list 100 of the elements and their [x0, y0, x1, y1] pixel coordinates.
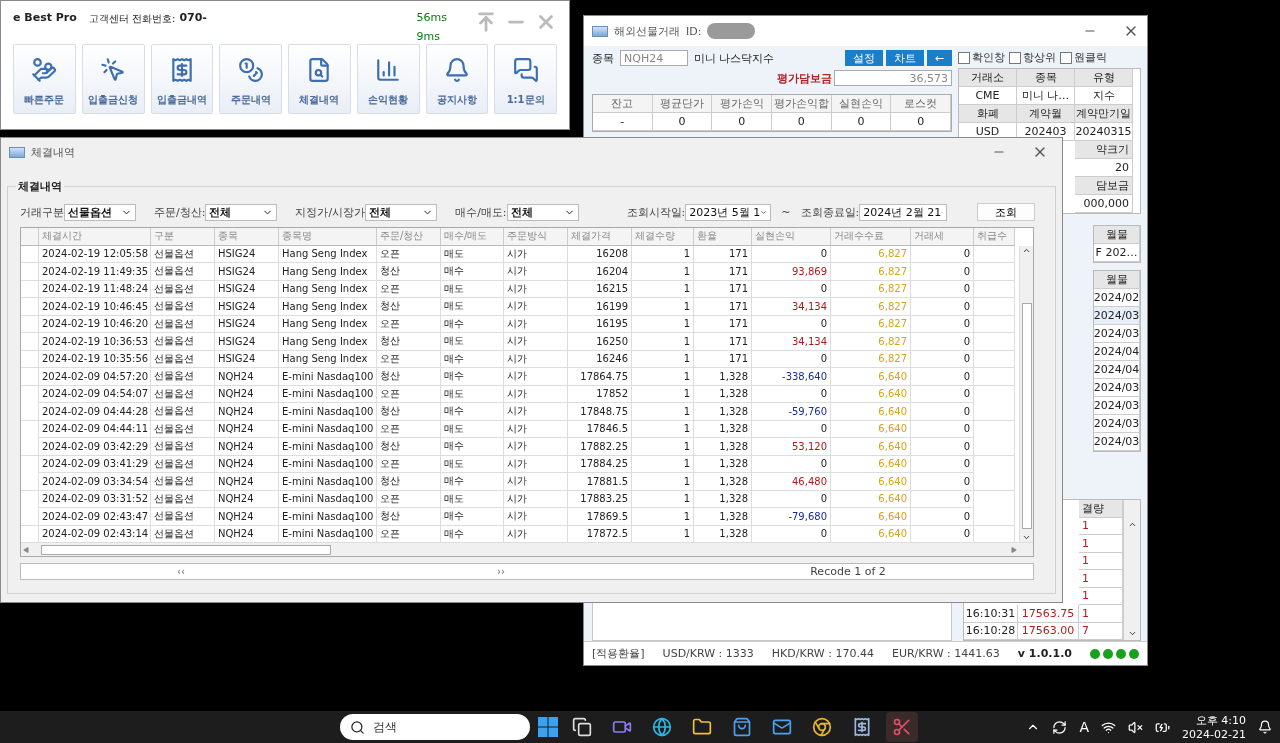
filter-dropdown[interactable]: 전체: [365, 203, 438, 221]
list-item[interactable]: 2024/03: [1094, 397, 1140, 415]
menu-tile-button[interactable]: 빠른주문: [13, 44, 76, 114]
previous-page-button[interactable]: ‹‹: [175, 566, 187, 577]
app-icon: [9, 146, 25, 158]
menu-tile-button[interactable]: 체결내역: [288, 44, 351, 114]
column-header[interactable]: 종목명: [279, 228, 377, 246]
next-page-button[interactable]: ››: [495, 566, 507, 577]
horizontal-scrollbar[interactable]: [21, 542, 1033, 556]
mail-icon: [772, 717, 792, 737]
table-cell: 시가: [504, 403, 568, 421]
table-cell: 매수: [441, 473, 504, 491]
table-cell: NQH24: [215, 508, 279, 526]
table-cell: 6,827: [831, 333, 911, 351]
table-cell: 시가: [504, 333, 568, 351]
toolbar-button[interactable]: ←: [926, 50, 952, 66]
list-item[interactable]: 2024/03: [1094, 325, 1140, 343]
vertical-scrollbar[interactable]: [1019, 245, 1033, 542]
list-item[interactable]: 2024/04: [1094, 343, 1140, 361]
list-item[interactable]: 2024/03: [1094, 307, 1140, 325]
list-item[interactable]: 2024/02: [1094, 289, 1140, 307]
table-cell: 6,640: [831, 420, 911, 438]
table-cell: NQH24: [215, 403, 279, 421]
filter-label: 매수/매도:: [455, 204, 507, 220]
column-header[interactable]: 체결시간: [39, 228, 151, 246]
table-cell: 0: [831, 113, 892, 131]
menu-tile-button[interactable]: 입출금내역: [150, 44, 214, 114]
search-field[interactable]: 검색: [340, 714, 530, 740]
column-header[interactable]: 실현손익: [752, 228, 831, 246]
filter-dropdown[interactable]: 선물옵션: [64, 203, 136, 221]
table-cell: NQH24: [215, 420, 279, 438]
list-item[interactable]: 2024/03: [1094, 379, 1140, 397]
table-cell: 17864.75: [568, 368, 632, 386]
column-header[interactable]: 체결가격: [568, 228, 632, 246]
input-indicator[interactable]: A: [1079, 719, 1090, 735]
scroll-up-icon[interactable]: [1127, 520, 1137, 529]
scissors-icon: [892, 717, 912, 737]
toolbar-button[interactable]: 차트: [885, 50, 924, 66]
table-cell: 선물옵션: [151, 403, 215, 421]
toolbar-button[interactable]: 설정: [844, 50, 883, 66]
sync-icon[interactable]: [1052, 719, 1068, 735]
exchange-rate: HKD/KRW : 170.44: [771, 647, 874, 660]
checkbox[interactable]: 확인창: [958, 50, 1005, 65]
column-header[interactable]: 주문/청산: [377, 228, 441, 246]
notification-icon[interactable]: [1258, 720, 1272, 734]
symbol-field[interactable]: NQH24: [620, 50, 688, 66]
table-cell: 171: [694, 298, 752, 316]
checkbox[interactable]: 항상위: [1009, 50, 1056, 65]
table-cell: 오픈: [377, 245, 441, 263]
scroll-right-icon[interactable]: [1011, 546, 1017, 553]
scroll-left-icon[interactable]: [23, 546, 29, 553]
date-picker[interactable]: 2023년 5월 1: [685, 203, 772, 221]
column-header[interactable]: 거래수수료: [831, 228, 911, 246]
column-header[interactable]: 주문방식: [504, 228, 568, 246]
column-header[interactable]: 거래세: [911, 228, 974, 246]
list-item[interactable]: 2024/03: [1094, 415, 1140, 433]
date-picker[interactable]: 2024년 2월 21: [859, 203, 948, 221]
table-cell: 34,134: [752, 298, 831, 316]
column-header[interactable]: 취급수: [974, 228, 1015, 246]
bar-chart-icon: [375, 57, 402, 83]
table-cell: 6,827: [831, 263, 911, 281]
table-cell: 선물옵션: [151, 298, 215, 316]
column-header[interactable]: 매수/매도: [441, 228, 504, 246]
table-cell: 000,000: [1075, 195, 1133, 213]
version-label: v 1.0.1.0: [1017, 647, 1072, 660]
table-cell: 시가: [504, 368, 568, 386]
table-cell: Hang Seng Index: [279, 350, 377, 368]
filter-dropdown[interactable]: 전체: [205, 203, 278, 221]
column-header[interactable]: 체결수량: [632, 228, 694, 246]
search-button[interactable]: 조회: [977, 203, 1035, 221]
mute-icon[interactable]: [1128, 719, 1144, 735]
table-cell: 시가: [504, 438, 568, 456]
wifi-icon[interactable]: [1101, 719, 1117, 735]
start-icon[interactable]: [538, 717, 558, 737]
table-cell: E-mini Nasdaq100: [279, 473, 377, 491]
menu-tile-button[interactable]: 손익현황: [356, 44, 420, 114]
list-item[interactable]: 2024/03: [1094, 433, 1140, 451]
table-cell: 0: [891, 113, 951, 131]
menu-tile-button[interactable]: 입출금신청: [81, 44, 145, 114]
table-cell: 6,640: [831, 455, 911, 473]
exchange-rate: EUR/KRW : 1441.63: [891, 647, 1000, 660]
scroll-down-icon[interactable]: [1127, 629, 1137, 638]
column-header[interactable]: 종목: [215, 228, 279, 246]
column-header: 평균단가: [652, 95, 713, 113]
column-header[interactable]: 환율: [694, 228, 752, 246]
menu-tile-button[interactable]: 1:1문의: [494, 44, 557, 114]
table-cell: 선물옵션: [151, 245, 215, 263]
table-cell: 2024-02-09 03:31:52: [39, 490, 151, 508]
column-header: 담보금: [1075, 177, 1133, 195]
table-cell: E-mini Nasdaq100: [279, 403, 377, 421]
list-item[interactable]: 2024/04: [1094, 361, 1140, 379]
scroll-down-icon[interactable]: [1022, 533, 1031, 542]
column-header[interactable]: 구분: [151, 228, 215, 246]
menu-tile-button[interactable]: 주문내역: [219, 44, 282, 114]
vertical-scrollbar[interactable]: [1123, 500, 1140, 640]
table-cell: 1: [632, 298, 694, 316]
menu-tile-button[interactable]: 공지사항: [425, 44, 489, 114]
table-cell: Hang Seng Index: [279, 245, 377, 263]
filter-dropdown[interactable]: 전체: [506, 203, 579, 221]
checkbox[interactable]: 원클릭: [1060, 50, 1107, 65]
